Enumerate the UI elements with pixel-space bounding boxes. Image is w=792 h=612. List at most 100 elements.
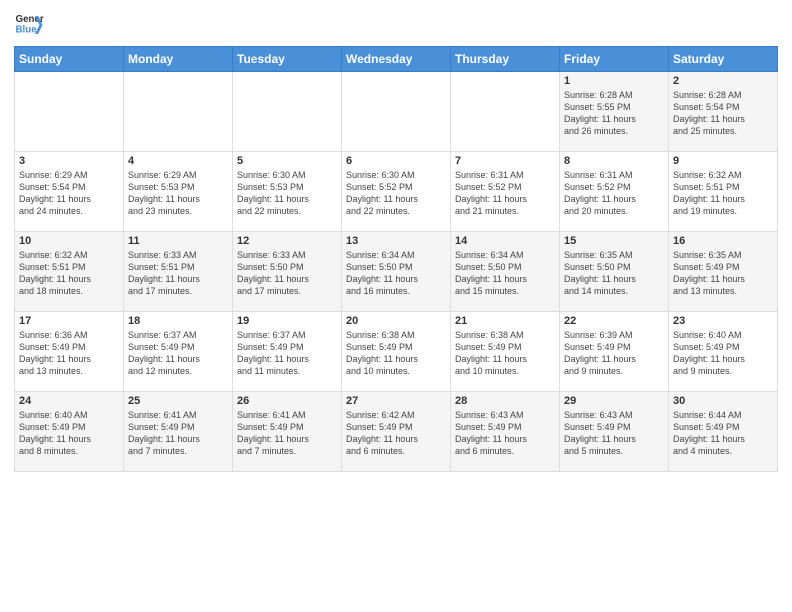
day-info: Sunrise: 6:31 AM Sunset: 5:52 PM Dayligh… bbox=[455, 169, 555, 218]
calendar-header-thursday: Thursday bbox=[451, 47, 560, 72]
logo-icon: General Blue bbox=[14, 10, 44, 40]
calendar-cell: 17Sunrise: 6:36 AM Sunset: 5:49 PM Dayli… bbox=[15, 312, 124, 392]
day-info: Sunrise: 6:40 AM Sunset: 5:49 PM Dayligh… bbox=[19, 409, 119, 458]
day-info: Sunrise: 6:33 AM Sunset: 5:51 PM Dayligh… bbox=[128, 249, 228, 298]
day-number: 15 bbox=[564, 235, 664, 247]
calendar-header-monday: Monday bbox=[124, 47, 233, 72]
day-info: Sunrise: 6:33 AM Sunset: 5:50 PM Dayligh… bbox=[237, 249, 337, 298]
logo: General Blue bbox=[14, 10, 48, 40]
calendar-cell: 26 Sunrise: 6:41 AM Sunset: 5:49 PM Dayli… bbox=[233, 392, 342, 472]
day-info: Sunrise: 6:35 AM Sunset: 5:50 PM Dayligh… bbox=[564, 249, 664, 298]
calendar-cell: 18Sunrise: 6:37 AM Sunset: 5:49 PM Dayli… bbox=[124, 312, 233, 392]
calendar-cell: 1 Sunrise: 6:28 AM Sunset: 5:55 PM Daylig… bbox=[560, 72, 669, 152]
day-number: 20 bbox=[346, 315, 446, 327]
svg-text:Blue: Blue bbox=[16, 25, 38, 36]
day-number: 17 bbox=[19, 315, 119, 327]
day-number: 5 bbox=[237, 155, 337, 167]
day-number: 26 bbox=[237, 395, 337, 407]
day-info: Sunrise: 6:43 AM Sunset: 5:49 PM Dayligh… bbox=[455, 409, 555, 458]
day-info: Sunrise: 6:28 AM Sunset: 5:55 PM Dayligh… bbox=[564, 89, 664, 138]
day-number: 9 bbox=[673, 155, 773, 167]
day-info: Sunrise: 6:38 AM Sunset: 5:49 PM Dayligh… bbox=[455, 329, 555, 378]
calendar-cell: 5 Sunrise: 6:30 AM Sunset: 5:53 PM Daylig… bbox=[233, 152, 342, 232]
day-number: 16 bbox=[673, 235, 773, 247]
calendar-cell: 22 Sunrise: 6:39 AM Sunset: 5:49 PM Dayli… bbox=[560, 312, 669, 392]
calendar-cell bbox=[342, 72, 451, 152]
day-number: 21 bbox=[455, 315, 555, 327]
calendar-week-5: 24 Sunrise: 6:40 AM Sunset: 5:49 PM Dayli… bbox=[15, 392, 778, 472]
calendar-header-sunday: Sunday bbox=[15, 47, 124, 72]
calendar-week-3: 10 Sunrise: 6:32 AM Sunset: 5:51 PM Dayli… bbox=[15, 232, 778, 312]
calendar-week-2: 3 Sunrise: 6:29 AM Sunset: 5:54 PM Daylig… bbox=[15, 152, 778, 232]
calendar-header-row: SundayMondayTuesdayWednesdayThursdayFrid… bbox=[15, 47, 778, 72]
calendar-cell: 7 Sunrise: 6:31 AM Sunset: 5:52 PM Daylig… bbox=[451, 152, 560, 232]
day-number: 27 bbox=[346, 395, 446, 407]
calendar-cell: 12 Sunrise: 6:33 AM Sunset: 5:50 PM Dayli… bbox=[233, 232, 342, 312]
day-number: 2 bbox=[673, 75, 773, 87]
day-number: 29 bbox=[564, 395, 664, 407]
calendar-header-wednesday: Wednesday bbox=[342, 47, 451, 72]
calendar-cell: 8 Sunrise: 6:31 AM Sunset: 5:52 PM Daylig… bbox=[560, 152, 669, 232]
day-number: 22 bbox=[564, 315, 664, 327]
day-number: 3 bbox=[19, 155, 119, 167]
page-container: General Blue SundayMondayTuesdayWednesda… bbox=[0, 0, 792, 478]
calendar-header-friday: Friday bbox=[560, 47, 669, 72]
calendar-cell bbox=[15, 72, 124, 152]
day-info: Sunrise: 6:32 AM Sunset: 5:51 PM Dayligh… bbox=[19, 249, 119, 298]
day-info: Sunrise: 6:29 AM Sunset: 5:53 PM Dayligh… bbox=[128, 169, 228, 218]
calendar-cell: 21 Sunrise: 6:38 AM Sunset: 5:49 PM Dayli… bbox=[451, 312, 560, 392]
calendar-cell: 27 Sunrise: 6:42 AM Sunset: 5:49 PM Dayli… bbox=[342, 392, 451, 472]
calendar-cell: 4 Sunrise: 6:29 AM Sunset: 5:53 PM Daylig… bbox=[124, 152, 233, 232]
calendar-cell: 28 Sunrise: 6:43 AM Sunset: 5:49 PM Dayli… bbox=[451, 392, 560, 472]
day-number: 4 bbox=[128, 155, 228, 167]
day-number: 8 bbox=[564, 155, 664, 167]
day-number: 6 bbox=[346, 155, 446, 167]
day-info: Sunrise: 6:42 AM Sunset: 5:49 PM Dayligh… bbox=[346, 409, 446, 458]
day-number: 12 bbox=[237, 235, 337, 247]
day-number: 25 bbox=[128, 395, 228, 407]
day-number: 1 bbox=[564, 75, 664, 87]
day-info: Sunrise: 6:28 AM Sunset: 5:54 PM Dayligh… bbox=[673, 89, 773, 138]
day-info: Sunrise: 6:37 AM Sunset: 5:49 PM Dayligh… bbox=[237, 329, 337, 378]
day-info: Sunrise: 6:31 AM Sunset: 5:52 PM Dayligh… bbox=[564, 169, 664, 218]
calendar-cell: 9Sunrise: 6:32 AM Sunset: 5:51 PM Daylig… bbox=[669, 152, 778, 232]
calendar-cell bbox=[124, 72, 233, 152]
calendar-cell: 20 Sunrise: 6:38 AM Sunset: 5:49 PM Dayli… bbox=[342, 312, 451, 392]
header: General Blue bbox=[14, 10, 778, 40]
calendar-cell: 19 Sunrise: 6:37 AM Sunset: 5:49 PM Dayli… bbox=[233, 312, 342, 392]
calendar-week-1: 1 Sunrise: 6:28 AM Sunset: 5:55 PM Daylig… bbox=[15, 72, 778, 152]
calendar-cell: 25 Sunrise: 6:41 AM Sunset: 5:49 PM Dayli… bbox=[124, 392, 233, 472]
day-info: Sunrise: 6:29 AM Sunset: 5:54 PM Dayligh… bbox=[19, 169, 119, 218]
day-info: Sunrise: 6:34 AM Sunset: 5:50 PM Dayligh… bbox=[346, 249, 446, 298]
day-info: Sunrise: 6:41 AM Sunset: 5:49 PM Dayligh… bbox=[237, 409, 337, 458]
calendar-cell: 2 Sunrise: 6:28 AM Sunset: 5:54 PM Daylig… bbox=[669, 72, 778, 152]
day-number: 19 bbox=[237, 315, 337, 327]
calendar-cell bbox=[233, 72, 342, 152]
day-number: 13 bbox=[346, 235, 446, 247]
day-number: 14 bbox=[455, 235, 555, 247]
calendar-table: SundayMondayTuesdayWednesdayThursdayFrid… bbox=[14, 46, 778, 472]
day-number: 11 bbox=[128, 235, 228, 247]
day-info: Sunrise: 6:39 AM Sunset: 5:49 PM Dayligh… bbox=[564, 329, 664, 378]
calendar-cell: 6Sunrise: 6:30 AM Sunset: 5:52 PM Daylig… bbox=[342, 152, 451, 232]
calendar-cell: 14 Sunrise: 6:34 AM Sunset: 5:50 PM Dayli… bbox=[451, 232, 560, 312]
day-info: Sunrise: 6:38 AM Sunset: 5:49 PM Dayligh… bbox=[346, 329, 446, 378]
calendar-header-tuesday: Tuesday bbox=[233, 47, 342, 72]
calendar-cell: 29 Sunrise: 6:43 AM Sunset: 5:49 PM Dayli… bbox=[560, 392, 669, 472]
day-info: Sunrise: 6:30 AM Sunset: 5:53 PM Dayligh… bbox=[237, 169, 337, 218]
day-number: 24 bbox=[19, 395, 119, 407]
day-info: Sunrise: 6:43 AM Sunset: 5:49 PM Dayligh… bbox=[564, 409, 664, 458]
day-number: 18 bbox=[128, 315, 228, 327]
calendar-cell: 16 Sunrise: 6:35 AM Sunset: 5:49 PM Dayli… bbox=[669, 232, 778, 312]
calendar-cell: 30Sunrise: 6:44 AM Sunset: 5:49 PM Dayli… bbox=[669, 392, 778, 472]
day-info: Sunrise: 6:41 AM Sunset: 5:49 PM Dayligh… bbox=[128, 409, 228, 458]
day-number: 23 bbox=[673, 315, 773, 327]
day-info: Sunrise: 6:35 AM Sunset: 5:49 PM Dayligh… bbox=[673, 249, 773, 298]
day-number: 28 bbox=[455, 395, 555, 407]
day-info: Sunrise: 6:34 AM Sunset: 5:50 PM Dayligh… bbox=[455, 249, 555, 298]
calendar-cell: 13 Sunrise: 6:34 AM Sunset: 5:50 PM Dayli… bbox=[342, 232, 451, 312]
day-number: 7 bbox=[455, 155, 555, 167]
calendar-cell: 23Sunrise: 6:40 AM Sunset: 5:49 PM Dayli… bbox=[669, 312, 778, 392]
day-number: 10 bbox=[19, 235, 119, 247]
calendar-header-saturday: Saturday bbox=[669, 47, 778, 72]
